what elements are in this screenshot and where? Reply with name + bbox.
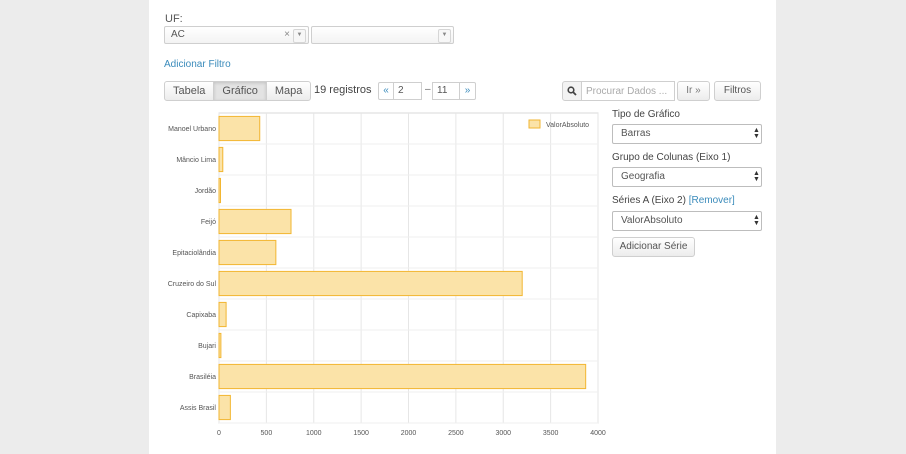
uf-label: UF: bbox=[165, 13, 183, 25]
search-go-button[interactable]: Ir » bbox=[677, 81, 710, 101]
uf-select-value: AC bbox=[171, 29, 185, 40]
search-icon bbox=[562, 81, 582, 101]
x-tick-label: 500 bbox=[261, 430, 273, 437]
x-tick-label: 3000 bbox=[495, 430, 511, 437]
updown-arrow-icon: ▲ ▼ bbox=[753, 170, 760, 183]
x-tick-label: 3500 bbox=[543, 430, 559, 437]
updown-arrow-icon: ▲ ▼ bbox=[753, 214, 760, 227]
bar bbox=[218, 177, 221, 204]
records-count: 19 registros bbox=[314, 84, 372, 96]
bar bbox=[218, 146, 224, 173]
y-category-label: Brasiléia bbox=[189, 374, 216, 381]
bar bbox=[218, 115, 261, 142]
chart-type-select[interactable]: Barras ▲ ▼ bbox=[612, 124, 762, 144]
y-category-label: Jordão bbox=[195, 188, 217, 195]
bar bbox=[218, 270, 523, 297]
group-label: Grupo de Colunas (Eixo 1) bbox=[612, 152, 731, 163]
remove-series-link[interactable]: [Remover] bbox=[689, 195, 735, 206]
y-category-label: Feijó bbox=[201, 219, 216, 226]
chevron-down-icon[interactable]: ▼ bbox=[293, 29, 306, 43]
second-filter-select[interactable]: ▼ bbox=[311, 26, 454, 44]
group-value: Geografia bbox=[621, 171, 665, 182]
x-tick-label: 4000 bbox=[590, 430, 606, 437]
y-category-label: Mâncio Lima bbox=[176, 157, 216, 164]
y-category-label: Cruzeiro do Sul bbox=[168, 281, 217, 288]
bar bbox=[218, 332, 222, 359]
series-label: Séries A (Eixo 2) bbox=[612, 195, 686, 206]
add-series-button[interactable]: Adicionar Série bbox=[612, 237, 695, 257]
view-tabs: Tabela Gráfico Mapa bbox=[164, 81, 312, 101]
y-category-label: Capixaba bbox=[186, 312, 216, 319]
y-category-label: Assis Brasil bbox=[180, 405, 217, 412]
series-select[interactable]: ValorAbsoluto ▲ ▼ bbox=[612, 211, 762, 231]
search-input[interactable] bbox=[582, 81, 675, 101]
chart-type-label: Tipo de Gráfico bbox=[612, 109, 680, 120]
pager-from-input[interactable]: 2 bbox=[394, 82, 422, 100]
y-category-label: Epitaciolândia bbox=[172, 250, 216, 257]
x-tick-label: 1000 bbox=[306, 430, 322, 437]
chart-type-value: Barras bbox=[621, 128, 651, 139]
group-select[interactable]: Geografia ▲ ▼ bbox=[612, 167, 762, 187]
chart-legend: ValorAbsoluto bbox=[528, 119, 589, 129]
bar-chart: 0 500 1000 1500 2000 2500 3000 3500 4000 Manoel U… bbox=[168, 112, 606, 437]
pager-to-input[interactable]: 11 bbox=[432, 82, 460, 100]
clear-icon[interactable]: × bbox=[284, 27, 290, 43]
bar bbox=[218, 239, 277, 266]
updown-arrow-icon: ▲ ▼ bbox=[753, 127, 760, 140]
uf-select[interactable]: AC × ▼ bbox=[164, 26, 309, 44]
tab-grafico[interactable]: Gráfico bbox=[213, 81, 267, 101]
pager-dash: – bbox=[425, 84, 431, 95]
y-category-label: Bujari bbox=[198, 343, 216, 350]
legend-swatch bbox=[528, 119, 541, 129]
x-tick-label: 1500 bbox=[353, 430, 369, 437]
series-label-row: Séries A (Eixo 2) [Remover] bbox=[612, 195, 735, 206]
search-group bbox=[562, 81, 675, 101]
bar bbox=[218, 208, 292, 235]
x-tick-label: 2500 bbox=[448, 430, 464, 437]
y-category-label: Manoel Urbano bbox=[168, 126, 216, 133]
chevron-down-icon[interactable]: ▼ bbox=[438, 29, 451, 43]
tab-mapa[interactable]: Mapa bbox=[265, 81, 312, 101]
add-filter-link[interactable]: Adicionar Filtro bbox=[164, 59, 231, 70]
pager-prev-button[interactable]: « bbox=[378, 82, 394, 100]
pager-next-button[interactable]: » bbox=[460, 82, 476, 100]
legend-label: ValorAbsoluto bbox=[546, 122, 589, 129]
tab-tabela[interactable]: Tabela bbox=[164, 81, 215, 101]
filters-button[interactable]: Filtros bbox=[714, 81, 761, 101]
bar bbox=[218, 394, 231, 421]
x-tick-label: 2000 bbox=[401, 430, 417, 437]
series-value: ValorAbsoluto bbox=[621, 215, 683, 226]
bar bbox=[218, 363, 587, 390]
bar bbox=[218, 301, 227, 328]
x-tick-label: 0 bbox=[217, 430, 221, 437]
